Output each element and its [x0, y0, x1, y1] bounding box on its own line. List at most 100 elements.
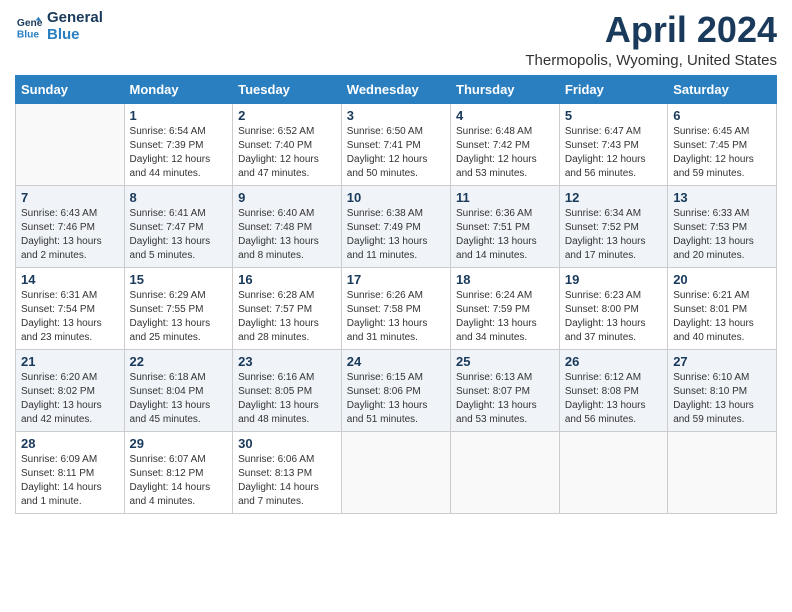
calendar-day-cell — [16, 103, 125, 185]
calendar-day-cell: 11 Sunrise: 6:36 AMSunset: 7:51 PMDayligh… — [451, 185, 560, 267]
calendar-day-cell — [559, 431, 667, 513]
day-info: Sunrise: 6:47 AMSunset: 7:43 PMDaylight:… — [565, 125, 662, 181]
day-number: 24 — [347, 354, 445, 369]
calendar-day-cell: 10Sunrise: 6:38 AMSunset: 7:49 PMDayligh… — [341, 185, 450, 267]
day-info: Sunrise: 6:34 AMSunset: 7:52 PMDaylight:… — [565, 207, 662, 263]
day-header-monday: Monday — [124, 75, 233, 103]
calendar-day-cell: 1 Sunrise: 6:54 AMSunset: 7:39 PMDaylight… — [124, 103, 233, 185]
day-number: 2 — [238, 108, 336, 123]
calendar-day-cell: 17 Sunrise: 6:26 AMSunset: 7:58 PMDayligh… — [341, 267, 450, 349]
day-number: 12 — [565, 190, 662, 205]
calendar-day-cell: 29Sunrise: 6:07 AMSunset: 8:12 PMDayligh… — [124, 431, 233, 513]
calendar-header-row: SundayMondayTuesdayWednesdayThursdayFrid… — [16, 75, 777, 103]
calendar-day-cell — [341, 431, 450, 513]
day-info: Sunrise: 6:36 AMSunset: 7:51 PMDaylight:… — [456, 207, 554, 263]
calendar-day-cell: 26 Sunrise: 6:12 AMSunset: 8:08 PMDayligh… — [559, 349, 667, 431]
day-number: 25 — [456, 354, 554, 369]
logo-general: General — [47, 10, 103, 27]
day-info: Sunrise: 6:16 AMSunset: 8:05 PMDaylight:… — [238, 371, 336, 427]
calendar-day-cell: 9Sunrise: 6:40 AMSunset: 7:48 PMDaylight… — [233, 185, 342, 267]
day-info: Sunrise: 6:15 AMSunset: 8:06 PMDaylight:… — [347, 371, 445, 427]
calendar-table: SundayMondayTuesdayWednesdayThursdayFrid… — [15, 75, 777, 514]
calendar-day-cell: 13Sunrise: 6:33 AMSunset: 7:53 PMDayligh… — [668, 185, 777, 267]
calendar-week-row: 21 Sunrise: 6:20 AMSunset: 8:02 PMDayligh… — [16, 349, 777, 431]
calendar-day-cell: 27 Sunrise: 6:10 AMSunset: 8:10 PMDayligh… — [668, 349, 777, 431]
day-number: 3 — [347, 108, 445, 123]
day-number: 9 — [238, 190, 336, 205]
calendar-day-cell: 28 Sunrise: 6:09 AMSunset: 8:11 PMDayligh… — [16, 431, 125, 513]
calendar-day-cell: 14 Sunrise: 6:31 AMSunset: 7:54 PMDayligh… — [16, 267, 125, 349]
calendar-day-cell: 20Sunrise: 6:21 AMSunset: 8:01 PMDayligh… — [668, 267, 777, 349]
day-number: 11 — [456, 190, 554, 205]
calendar-day-cell: 3 Sunrise: 6:50 AMSunset: 7:41 PMDaylight… — [341, 103, 450, 185]
calendar-week-row: 14 Sunrise: 6:31 AMSunset: 7:54 PMDayligh… — [16, 267, 777, 349]
day-number: 20 — [673, 272, 771, 287]
day-number: 19 — [565, 272, 662, 287]
day-header-wednesday: Wednesday — [341, 75, 450, 103]
calendar-day-cell: 12 Sunrise: 6:34 AMSunset: 7:52 PMDayligh… — [559, 185, 667, 267]
day-number: 16 — [238, 272, 336, 287]
calendar-day-cell: 24 Sunrise: 6:15 AMSunset: 8:06 PMDayligh… — [341, 349, 450, 431]
calendar-day-cell — [668, 431, 777, 513]
calendar-day-cell: 25 Sunrise: 6:13 AMSunset: 8:07 PMDayligh… — [451, 349, 560, 431]
calendar-day-cell: 21 Sunrise: 6:20 AMSunset: 8:02 PMDayligh… — [16, 349, 125, 431]
day-number: 8 — [130, 190, 228, 205]
calendar-day-cell: 7Sunrise: 6:43 AMSunset: 7:46 PMDaylight… — [16, 185, 125, 267]
day-info: Sunrise: 6:12 AMSunset: 8:08 PMDaylight:… — [565, 371, 662, 427]
calendar-day-cell: 19 Sunrise: 6:23 AMSunset: 8:00 PMDayligh… — [559, 267, 667, 349]
day-number: 7 — [21, 190, 119, 205]
calendar-day-cell: 30Sunrise: 6:06 AMSunset: 8:13 PMDayligh… — [233, 431, 342, 513]
day-info: Sunrise: 6:24 AMSunset: 7:59 PMDaylight:… — [456, 289, 554, 345]
day-number: 23 — [238, 354, 336, 369]
day-number: 5 — [565, 108, 662, 123]
day-info: Sunrise: 6:10 AMSunset: 8:10 PMDaylight:… — [673, 371, 771, 427]
day-number: 21 — [21, 354, 119, 369]
calendar-day-cell: 4Sunrise: 6:48 AMSunset: 7:42 PMDaylight… — [451, 103, 560, 185]
calendar-day-cell: 22Sunrise: 6:18 AMSunset: 8:04 PMDayligh… — [124, 349, 233, 431]
day-info: Sunrise: 6:38 AMSunset: 7:49 PMDaylight:… — [347, 207, 445, 263]
day-number: 28 — [21, 436, 119, 451]
calendar-day-cell: 15Sunrise: 6:29 AMSunset: 7:55 PMDayligh… — [124, 267, 233, 349]
page-header: General Blue General Blue April 2024 The… — [15, 10, 777, 69]
day-header-sunday: Sunday — [16, 75, 125, 103]
day-number: 13 — [673, 190, 771, 205]
day-header-tuesday: Tuesday — [233, 75, 342, 103]
title-area: April 2024 Thermopolis, Wyoming, United … — [525, 10, 777, 69]
day-info: Sunrise: 6:29 AMSunset: 7:55 PMDaylight:… — [130, 289, 228, 345]
day-number: 29 — [130, 436, 228, 451]
calendar-day-cell: 5 Sunrise: 6:47 AMSunset: 7:43 PMDaylight… — [559, 103, 667, 185]
day-info: Sunrise: 6:20 AMSunset: 8:02 PMDaylight:… — [21, 371, 119, 427]
day-number: 14 — [21, 272, 119, 287]
day-number: 1 — [130, 108, 228, 123]
calendar-week-row: 28 Sunrise: 6:09 AMSunset: 8:11 PMDayligh… — [16, 431, 777, 513]
day-info: Sunrise: 6:52 AMSunset: 7:40 PMDaylight:… — [238, 125, 336, 181]
day-number: 26 — [565, 354, 662, 369]
day-info: Sunrise: 6:45 AMSunset: 7:45 PMDaylight:… — [673, 125, 771, 181]
day-info: Sunrise: 6:54 AMSunset: 7:39 PMDaylight:… — [130, 125, 228, 181]
day-number: 4 — [456, 108, 554, 123]
day-info: Sunrise: 6:50 AMSunset: 7:41 PMDaylight:… — [347, 125, 445, 181]
day-info: Sunrise: 6:26 AMSunset: 7:58 PMDaylight:… — [347, 289, 445, 345]
day-number: 27 — [673, 354, 771, 369]
day-info: Sunrise: 6:18 AMSunset: 8:04 PMDaylight:… — [130, 371, 228, 427]
calendar-week-row: 7Sunrise: 6:43 AMSunset: 7:46 PMDaylight… — [16, 185, 777, 267]
day-info: Sunrise: 6:23 AMSunset: 8:00 PMDaylight:… — [565, 289, 662, 345]
logo: General Blue General Blue — [15, 10, 103, 43]
month-title: April 2024 — [525, 10, 777, 50]
day-info: Sunrise: 6:13 AMSunset: 8:07 PMDaylight:… — [456, 371, 554, 427]
calendar-day-cell: 18Sunrise: 6:24 AMSunset: 7:59 PMDayligh… — [451, 267, 560, 349]
calendar-day-cell: 8 Sunrise: 6:41 AMSunset: 7:47 PMDaylight… — [124, 185, 233, 267]
logo-blue: Blue — [47, 27, 103, 44]
day-info: Sunrise: 6:31 AMSunset: 7:54 PMDaylight:… — [21, 289, 119, 345]
day-info: Sunrise: 6:09 AMSunset: 8:11 PMDaylight:… — [21, 453, 119, 509]
logo-icon: General Blue — [15, 13, 43, 41]
svg-text:Blue: Blue — [17, 29, 40, 40]
calendar-day-cell: 2 Sunrise: 6:52 AMSunset: 7:40 PMDaylight… — [233, 103, 342, 185]
calendar-week-row: 1 Sunrise: 6:54 AMSunset: 7:39 PMDaylight… — [16, 103, 777, 185]
day-number: 17 — [347, 272, 445, 287]
calendar-day-cell — [451, 431, 560, 513]
day-info: Sunrise: 6:41 AMSunset: 7:47 PMDaylight:… — [130, 207, 228, 263]
day-info: Sunrise: 6:06 AMSunset: 8:13 PMDaylight:… — [238, 453, 336, 509]
day-info: Sunrise: 6:28 AMSunset: 7:57 PMDaylight:… — [238, 289, 336, 345]
location-title: Thermopolis, Wyoming, United States — [525, 52, 777, 69]
